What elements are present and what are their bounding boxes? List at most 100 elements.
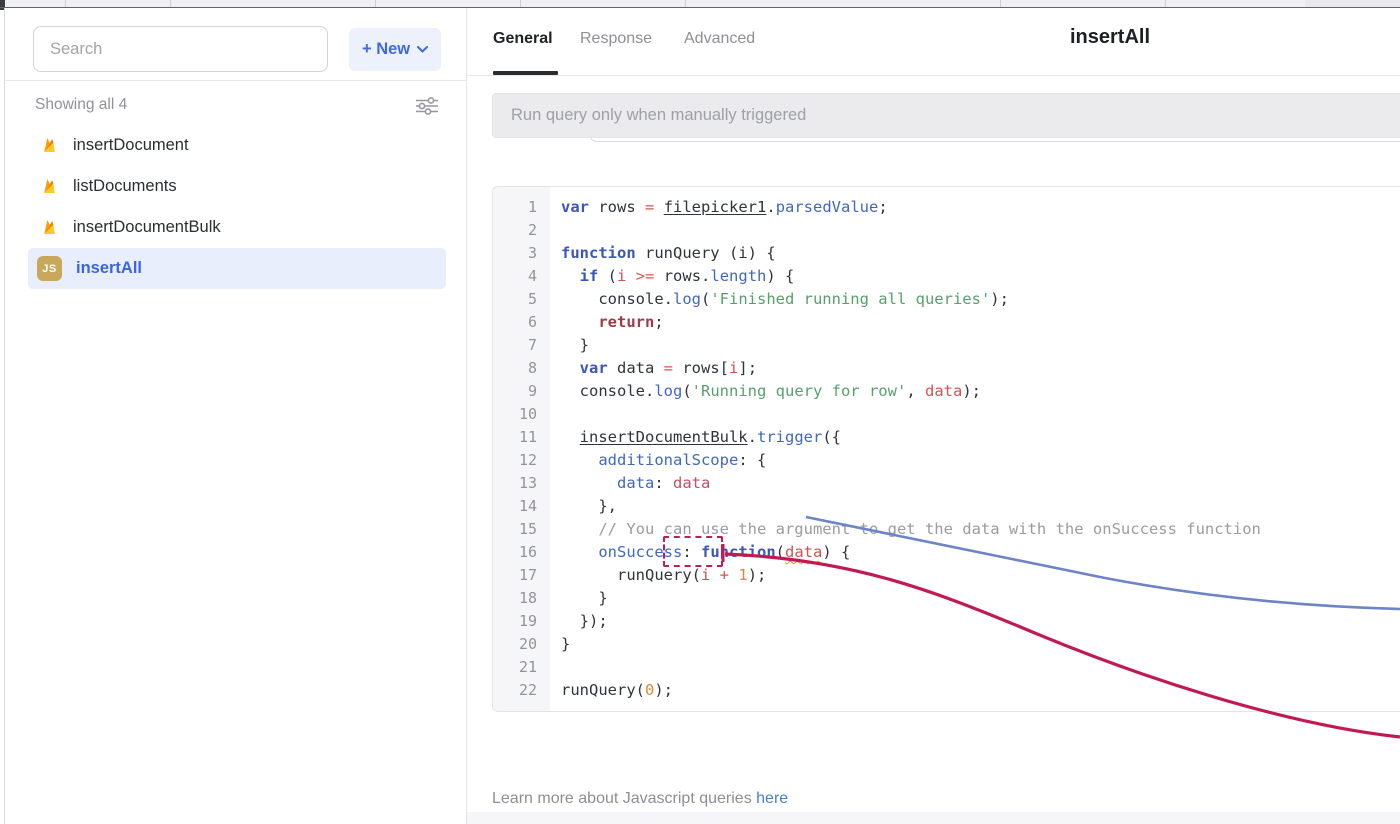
window-top-strip [0, 0, 1400, 8]
code-line: 14 }, [493, 495, 1400, 518]
list-header-row: Showing all 4 [5, 81, 466, 125]
sidebar-item-label: listDocuments [73, 177, 177, 196]
learn-more-text: Learn more about Javascript queries [492, 790, 756, 807]
run-trigger-select[interactable]: Run query only when manually triggered [492, 93, 1400, 138]
top-strip-segment [685, 0, 686, 7]
code-line-content: }); [550, 610, 608, 633]
sidebar-item-listDocuments[interactable]: listDocuments [28, 166, 446, 207]
code-line-content: } [550, 587, 608, 610]
sidebar-search-row: + New [5, 8, 466, 81]
sidebar-item-label: insertAll [76, 259, 142, 278]
top-strip-segment [1305, 0, 1400, 7]
code-line: 4 if (i >= rows.length) { [493, 265, 1400, 288]
code-line: 3function runQuery (i) { [493, 242, 1400, 265]
code-line-content: insertDocumentBulk.trigger({ [550, 426, 841, 449]
code-line: 19 }); [493, 610, 1400, 633]
code-line: 22runQuery(0); [493, 679, 1400, 702]
line-number: 2 [493, 219, 550, 242]
line-number: 17 [493, 564, 550, 587]
top-strip-segment [520, 0, 521, 7]
sidebar-item-insertDocument[interactable]: insertDocument [28, 125, 446, 166]
code-line: 2 [493, 219, 1400, 242]
code-line: 20} [493, 633, 1400, 656]
top-strip-segment [1000, 0, 1001, 7]
code-line-content: var rows = filepicker1.parsedValue; [550, 196, 888, 219]
line-number: 19 [493, 610, 550, 633]
code-line: 15 // You can use the argument to get th… [493, 518, 1400, 541]
tab-general[interactable]: General [493, 30, 553, 48]
line-number: 20 [493, 633, 550, 656]
line-number: 5 [493, 288, 550, 311]
code-line: 21 [493, 656, 1400, 679]
line-number: 16 [493, 541, 550, 564]
firebase-icon [40, 136, 59, 155]
tab-response[interactable]: Response [580, 30, 652, 48]
firebase-icon [40, 177, 59, 196]
code-line: 8 var data = rows[i]; [493, 357, 1400, 380]
code-line-content: } [550, 633, 570, 656]
line-number: 12 [493, 449, 550, 472]
code-line: 16 onSuccess: function(data) { [493, 541, 1400, 564]
line-number: 9 [493, 380, 550, 403]
code-line: 7 } [493, 334, 1400, 357]
code-line-content: function runQuery (i) { [550, 242, 776, 265]
line-number: 4 [493, 265, 550, 288]
line-number: 8 [493, 357, 550, 380]
line-number: 11 [493, 426, 550, 449]
code-line: 17 runQuery(i + 1); [493, 564, 1400, 587]
active-tab-underline [493, 71, 558, 75]
line-number: 7 [493, 334, 550, 357]
code-editor[interactable]: 1var rows = filepicker1.parsedValue;23fu… [492, 186, 1400, 712]
code-line: 11 insertDocumentBulk.trigger({ [493, 426, 1400, 449]
top-strip-segment [170, 0, 171, 7]
query-sidebar: + New Showing all 4 insertDocument listDo… [5, 8, 466, 824]
js-icon: JS [37, 256, 62, 281]
sidebar-item-label: insertDocument [73, 136, 189, 155]
learn-more-note: Learn more about Javascript queries here [492, 790, 788, 808]
code-line: 13 data: data [493, 472, 1400, 495]
search-input[interactable] [33, 26, 328, 72]
code-line-content [550, 219, 561, 242]
new-query-button-label: + New [362, 40, 410, 59]
showing-count-label: Showing all 4 [35, 96, 127, 114]
code-line-content: } [550, 334, 589, 357]
tab-advanced[interactable]: Advanced [684, 30, 755, 48]
code-line: 18 } [493, 587, 1400, 610]
code-line-content: console.log('Finished running all querie… [550, 288, 1009, 311]
learn-more-link[interactable]: here [756, 790, 788, 807]
new-query-button[interactable]: + New [349, 28, 441, 71]
code-line: 5 console.log('Finished running all quer… [493, 288, 1400, 311]
editor-tab-bar: General Response Advanced insertAll [467, 8, 1400, 76]
query-title: insertAll [1070, 26, 1150, 49]
code-line-content: if (i >= rows.length) { [550, 265, 794, 288]
code-line-content: data: data [550, 472, 710, 495]
code-line-content: additionalScope: { [550, 449, 766, 472]
line-number: 6 [493, 311, 550, 334]
code-line: 9 console.log('Running query for row', d… [493, 380, 1400, 403]
top-strip-segment [375, 0, 376, 7]
code-line: 6 return; [493, 311, 1400, 334]
code-line: 12 additionalScope: { [493, 449, 1400, 472]
top-strip-segment [65, 0, 66, 7]
code-line-content: onSuccess: function(data) { [550, 541, 850, 564]
app-window: + New Showing all 4 insertDocument listDo… [0, 0, 1400, 824]
sidebar-item-insertDocumentBulk[interactable]: insertDocumentBulk [28, 207, 446, 248]
code-line-content: runQuery(0); [550, 679, 673, 702]
line-number: 3 [493, 242, 550, 265]
line-number: 21 [493, 656, 550, 679]
line-number: 22 [493, 679, 550, 702]
line-number: 18 [493, 587, 550, 610]
panel-bottom-strip [467, 812, 1400, 824]
chevron-down-icon [417, 46, 428, 53]
filter-sliders-icon[interactable] [414, 96, 440, 116]
run-trigger-value: Run query only when manually triggered [511, 106, 806, 125]
sidebar-item-insertAll[interactable]: JS insertAll [28, 248, 446, 289]
line-number: 1 [493, 196, 550, 219]
query-editor-panel: General Response Advanced insertAll Reso… [467, 8, 1400, 824]
line-number: 13 [493, 472, 550, 495]
query-list: insertDocument listDocuments insertDocumen… [28, 125, 446, 289]
line-number: 15 [493, 518, 550, 541]
code-line: 1var rows = filepicker1.parsedValue; [493, 196, 1400, 219]
code-line-content: // You can use the argument to get the d… [550, 518, 1261, 541]
code-line-content: runQuery(i + 1); [550, 564, 766, 587]
